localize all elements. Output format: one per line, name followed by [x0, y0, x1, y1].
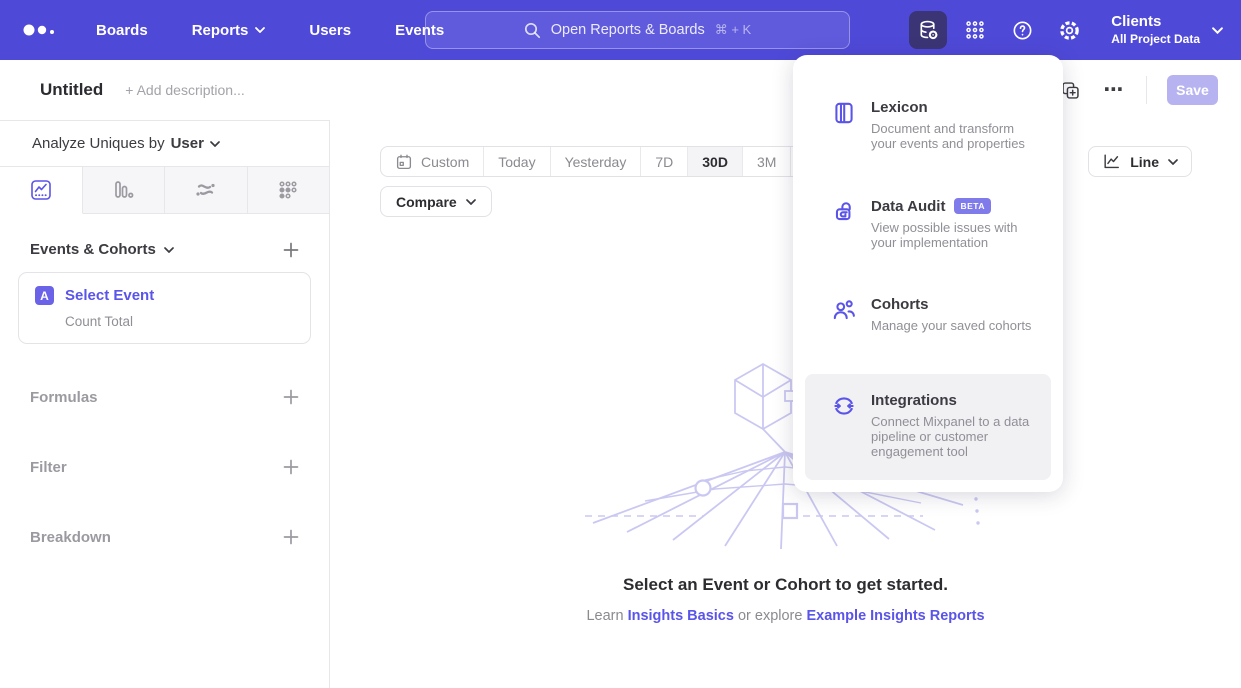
events-cohorts-header: Events & Cohorts — [0, 241, 329, 258]
plus-icon — [283, 459, 299, 475]
settings-button[interactable] — [1050, 11, 1088, 49]
search-shortcut: ⌘ + K — [715, 22, 752, 38]
insights-basics-link[interactable]: Insights Basics — [628, 608, 734, 624]
beta-badge: BETA — [954, 198, 991, 214]
example-insights-reports-link[interactable]: Example Insights Reports — [806, 608, 984, 624]
date-range-30d[interactable]: 30D — [688, 147, 743, 176]
menu-item-data-audit[interactable]: Data Audit BETA View possible issues wit… — [805, 188, 1051, 261]
date-range-7d[interactable]: 7D — [641, 147, 688, 176]
chart-area: Custom Today Yesterday 7D 30D 3M 6M Line — [330, 120, 1241, 688]
help-icon — [1011, 19, 1034, 42]
add-breakdown-button[interactable] — [283, 529, 299, 545]
add-event-button[interactable] — [283, 242, 299, 258]
divider — [1146, 76, 1147, 104]
chevron-down-icon — [466, 199, 476, 205]
empty-state-links: Learn Insights Basics or explore Example… — [330, 608, 1241, 624]
analyze-by-dropdown[interactable]: User — [171, 135, 220, 152]
nav-item-users[interactable]: Users — [309, 22, 351, 39]
grid-dots-tab-icon — [276, 178, 300, 202]
nav-item-boards[interactable]: Boards — [96, 22, 148, 39]
count-total-selector[interactable]: Count Total — [65, 314, 294, 329]
apps-grid-icon — [964, 19, 986, 41]
search-placeholder: Open Reports & Boards — [551, 22, 705, 38]
apps-grid-button[interactable] — [956, 11, 994, 49]
save-button[interactable]: Save — [1167, 75, 1218, 105]
compare-dropdown[interactable]: Compare — [380, 186, 492, 217]
bar-chart-tab-icon — [111, 178, 135, 202]
integrations-sync-icon — [831, 393, 857, 419]
date-range-control: Custom Today Yesterday 7D 30D 3M 6M — [380, 146, 840, 177]
cohorts-people-icon — [831, 297, 857, 323]
plus-icon — [283, 529, 299, 545]
nav-item-reports[interactable]: Reports — [192, 22, 266, 39]
chevron-down-icon — [164, 247, 174, 253]
more-options-button[interactable]: ⋯ — [1102, 78, 1126, 102]
date-range-yesterday[interactable]: Yesterday — [551, 147, 642, 176]
analyze-uniques-row: Analyze Uniques by User — [0, 121, 329, 167]
mixpanel-logo-icon[interactable] — [22, 23, 56, 37]
plus-icon — [283, 242, 299, 258]
calendar-icon — [395, 153, 413, 171]
event-query-card[interactable]: A Select Event Count Total — [18, 272, 311, 344]
database-gear-icon — [917, 19, 940, 42]
add-description-field[interactable]: + Add description... — [125, 82, 244, 98]
menu-item-cohorts[interactable]: Cohorts Manage your saved cohorts — [805, 286, 1051, 343]
select-event-button[interactable]: Select Event — [65, 287, 154, 304]
project-selector[interactable]: Clients All Project Data — [1111, 13, 1223, 47]
plus-icon — [283, 389, 299, 405]
project-name: Clients — [1111, 13, 1200, 32]
project-scope: All Project Data — [1111, 32, 1200, 47]
data-audit-lock-icon — [831, 199, 857, 225]
nav-links: Boards Reports Users Events — [96, 22, 444, 39]
search-input[interactable]: Open Reports & Boards ⌘ + K — [425, 11, 850, 49]
date-range-custom[interactable]: Custom — [381, 147, 484, 176]
search-icon — [524, 22, 541, 39]
nav-right-cluster: Clients All Project Data — [909, 0, 1223, 60]
data-management-menu: Lexicon Document and transform your even… — [793, 55, 1063, 492]
chart-type-tabs — [0, 167, 329, 214]
tab-flow-chart[interactable] — [165, 167, 248, 213]
chevron-down-icon — [255, 27, 265, 33]
date-range-3m[interactable]: 3M — [743, 147, 791, 176]
add-formula-button[interactable] — [283, 389, 299, 405]
formulas-section: Formulas — [0, 380, 329, 414]
chevron-down-icon — [1168, 159, 1178, 165]
tab-line-chart[interactable] — [0, 167, 83, 214]
date-range-today[interactable]: Today — [484, 147, 550, 176]
data-management-button[interactable] — [909, 11, 947, 49]
lexicon-book-icon — [831, 100, 857, 126]
event-letter-badge: A — [35, 286, 54, 305]
flow-tab-icon — [193, 178, 218, 202]
filter-section: Filter — [0, 450, 329, 484]
tab-bar-chart[interactable] — [83, 167, 166, 213]
menu-item-lexicon[interactable]: Lexicon Document and transform your even… — [805, 89, 1051, 162]
add-filter-button[interactable] — [283, 459, 299, 475]
menu-item-integrations[interactable]: Integrations Connect Mixpanel to a data … — [805, 374, 1051, 480]
line-chart-icon — [1102, 152, 1121, 171]
chart-type-dropdown[interactable]: Line — [1088, 146, 1192, 177]
tab-retention-grid[interactable] — [248, 167, 330, 213]
help-button[interactable] — [1003, 11, 1041, 49]
chevron-down-icon — [1212, 27, 1223, 34]
line-chart-tab-icon — [29, 178, 53, 202]
report-title[interactable]: Untitled — [40, 80, 103, 100]
gear-icon — [1058, 19, 1081, 42]
top-nav: Boards Reports Users Events Open Reports… — [0, 0, 1241, 60]
chart-toolbar: Custom Today Yesterday 7D 30D 3M 6M Line — [380, 146, 1192, 177]
analyze-label: Analyze Uniques by — [32, 135, 165, 152]
mixpanel-insights-page: Boards Reports Users Events Open Reports… — [0, 0, 1241, 688]
breakdown-section: Breakdown — [0, 520, 329, 554]
events-cohorts-toggle[interactable]: Events & Cohorts — [30, 241, 174, 258]
empty-state-title: Select an Event or Cohort to get started… — [330, 575, 1241, 595]
chevron-down-icon — [210, 141, 220, 147]
empty-state: Select an Event or Cohort to get started… — [330, 575, 1241, 624]
query-builder-sidebar: Analyze Uniques by User — [0, 120, 330, 688]
ellipsis-icon: ⋯ — [1104, 85, 1125, 95]
